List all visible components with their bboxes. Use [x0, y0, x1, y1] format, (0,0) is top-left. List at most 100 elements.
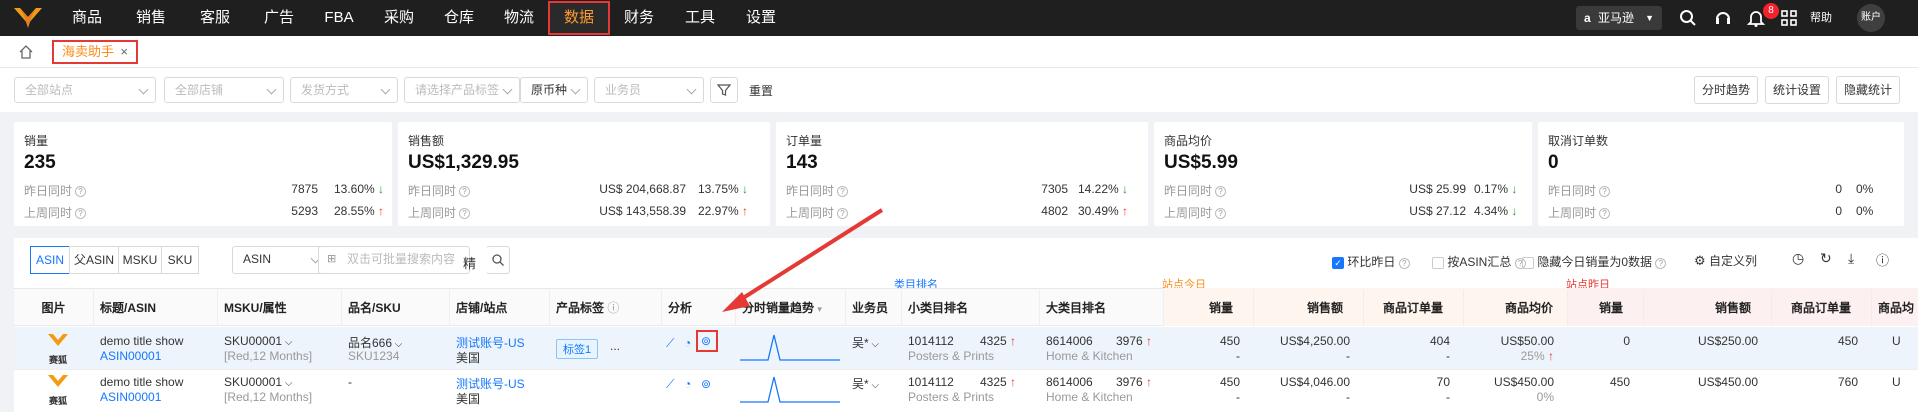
help-link[interactable]: 帮助	[1810, 0, 1832, 36]
home-icon[interactable]	[18, 44, 34, 60]
exact-match-toggle[interactable]: 精	[463, 253, 476, 272]
filter-funnel-button[interactable]	[710, 77, 738, 103]
custom-columns-button[interactable]: ⚙ 自定义列	[1694, 252, 1757, 269]
col-header-small-rank[interactable]: 小类目排名	[902, 290, 1040, 326]
trend-analysis-icon[interactable]: ⊚	[701, 334, 711, 348]
site-select[interactable]: 全部站点	[14, 77, 156, 103]
help-circle-icon[interactable]: ?	[1398, 258, 1410, 269]
clock-icon[interactable]: ◷	[1792, 250, 1804, 267]
salesperson-select[interactable]: 业务员	[594, 77, 704, 103]
help-circle-icon[interactable]: ?	[75, 186, 87, 198]
nav-item-data[interactable]: 数据	[548, 1, 610, 35]
checkbox-checked[interactable]: ✓	[1332, 256, 1344, 269]
clock-chart-icon[interactable]: ◔	[684, 336, 691, 350]
product-tag-select[interactable]: 请选择产品标签	[404, 77, 520, 103]
help-circle-icon[interactable]: ?	[1655, 258, 1667, 269]
seg-parent-asin[interactable]: 父ASIN	[69, 246, 119, 274]
salesperson-cell[interactable]: 吴* ⌵	[852, 334, 879, 351]
small-category: Posters & Prints	[908, 390, 995, 404]
col-header-yday-orders[interactable]: 商品订单量	[1772, 290, 1872, 326]
nav-item-purchase[interactable]: 采购	[376, 0, 422, 36]
hide-stats-button[interactable]: 隐藏统计	[1836, 76, 1900, 104]
product-tag-badge[interactable]: 标签1	[556, 339, 599, 359]
kpi-compare-pct: 0.17% ↓	[1474, 182, 1518, 196]
asin-link[interactable]: ASIN00001	[100, 349, 161, 363]
shipping-method-select[interactable]: 发货方式	[290, 77, 398, 103]
nav-item-products[interactable]: 商品	[64, 0, 110, 36]
help-circle-icon[interactable]: ?	[1215, 186, 1227, 198]
trend-analysis-icon[interactable]: ⊚	[701, 377, 711, 391]
page-tab-haimai-assistant[interactable]: 海卖助手 ×	[52, 40, 138, 64]
headset-icon[interactable]	[1713, 8, 1733, 28]
col-header-title-asin[interactable]: 标题/ASIN	[94, 290, 218, 326]
account-avatar[interactable]: 账户	[1857, 4, 1885, 32]
checkbox-unchecked[interactable]	[1432, 256, 1444, 269]
saihu-fox-logo[interactable]	[10, 4, 46, 32]
help-circle-icon[interactable]: ?	[837, 186, 849, 198]
checkbox-unchecked[interactable]	[1522, 256, 1534, 269]
help-circle-icon[interactable]: ?	[1599, 208, 1611, 220]
line-chart-icon[interactable]: ⟋	[666, 377, 674, 392]
seg-asin[interactable]: ASIN	[30, 246, 70, 274]
currency-select[interactable]: 原币种	[520, 77, 588, 103]
col-header-msku[interactable]: MSKU/属性	[218, 290, 342, 326]
col-header-yday-avg[interactable]: 商品均	[1872, 290, 1918, 326]
clock-chart-icon[interactable]: ◔	[684, 377, 691, 391]
store-select[interactable]: 全部店铺	[164, 77, 284, 103]
product-thumbnail[interactable]: 赛狐	[46, 373, 70, 406]
time-trend-button[interactable]: 分时趋势	[1694, 76, 1758, 104]
col-header-salesperson[interactable]: 业务员	[846, 290, 902, 326]
col-header-today-orders[interactable]: 商品订单量	[1364, 290, 1464, 326]
marketplace-select[interactable]: a 亚马逊 ▼	[1576, 6, 1662, 30]
download-icon[interactable]: ⤓	[1848, 250, 1854, 267]
refresh-icon[interactable]: ↻	[1820, 250, 1832, 267]
col-header-store[interactable]: 店铺/站点	[450, 290, 550, 326]
reset-button[interactable]: 重置	[749, 82, 773, 99]
nav-item-warehouse[interactable]: 仓库	[436, 0, 482, 36]
search-input[interactable]: ⊞ 双击可批量搜索内容	[318, 246, 470, 274]
hide-zero-checkbox[interactable]: 隐藏今日销量为0数据 ?	[1522, 253, 1667, 270]
search-icon[interactable]	[1678, 8, 1698, 28]
asin-link[interactable]: ASIN00001	[100, 390, 161, 404]
seg-msku[interactable]: MSKU	[118, 246, 162, 274]
col-header-yday-qty[interactable]: 销量	[1568, 290, 1644, 326]
product-thumbnail[interactable]: 赛狐	[46, 332, 70, 365]
kpi-compare-value: US$ 143,558.39	[599, 204, 686, 218]
msku-cell[interactable]: SKU00001 ⌵	[224, 334, 292, 348]
col-header-today-avg[interactable]: 商品均价	[1464, 290, 1568, 326]
salesperson-cell[interactable]: 吴* ⌵	[852, 375, 879, 392]
col-header-name-sku[interactable]: 品名/SKU	[342, 290, 450, 326]
help-circle-icon[interactable]: ?	[459, 208, 471, 220]
help-circle-icon[interactable]: ?	[459, 186, 471, 198]
nav-item-ads[interactable]: 广告	[256, 0, 302, 36]
search-field-select[interactable]: ASIN	[232, 246, 328, 274]
search-button[interactable]	[486, 246, 510, 274]
col-header-today-amount[interactable]: 销售额	[1254, 290, 1364, 326]
help-circle-icon[interactable]: ⓘ	[1876, 250, 1889, 269]
help-circle-icon[interactable]: ?	[1599, 186, 1611, 198]
apps-grid-icon[interactable]	[1779, 8, 1799, 28]
mom-checkbox[interactable]: ✓ 环比昨日 ?	[1332, 253, 1410, 270]
col-header-big-rank[interactable]: 大类目排名	[1040, 290, 1164, 326]
col-header-hourly-trend[interactable]: 分时销量趋势 ▾	[736, 290, 846, 326]
col-header-yday-amount[interactable]: 销售额	[1644, 290, 1772, 326]
nav-item-sales[interactable]: 销售	[128, 0, 174, 36]
stat-settings-button[interactable]: 统计设置	[1765, 76, 1829, 104]
close-icon[interactable]: ×	[120, 42, 128, 62]
more-tags-ellipsis[interactable]: ...	[610, 339, 620, 353]
nav-item-customer-service[interactable]: 客服	[192, 0, 238, 36]
seg-sku[interactable]: SKU	[161, 246, 199, 274]
nav-item-logistics[interactable]: 物流	[496, 0, 542, 36]
line-chart-icon[interactable]: ⟋	[666, 336, 674, 351]
help-circle-icon[interactable]: ?	[837, 208, 849, 220]
help-circle-icon[interactable]: ?	[1215, 208, 1227, 220]
by-asin-checkbox[interactable]: 按ASIN汇总 ?	[1432, 253, 1526, 270]
nav-item-finance[interactable]: 财务	[616, 0, 662, 36]
msku-cell[interactable]: SKU00001 ⌵	[224, 375, 292, 389]
nav-item-tools[interactable]: 工具	[677, 0, 723, 36]
col-header-today-qty[interactable]: 销量	[1164, 290, 1254, 326]
nav-item-fba[interactable]: FBA	[316, 0, 362, 36]
help-circle-icon[interactable]: ?	[75, 208, 87, 220]
nav-item-settings[interactable]: 设置	[738, 0, 784, 36]
col-header-tags[interactable]: 产品标签 ⓘ	[550, 290, 662, 326]
